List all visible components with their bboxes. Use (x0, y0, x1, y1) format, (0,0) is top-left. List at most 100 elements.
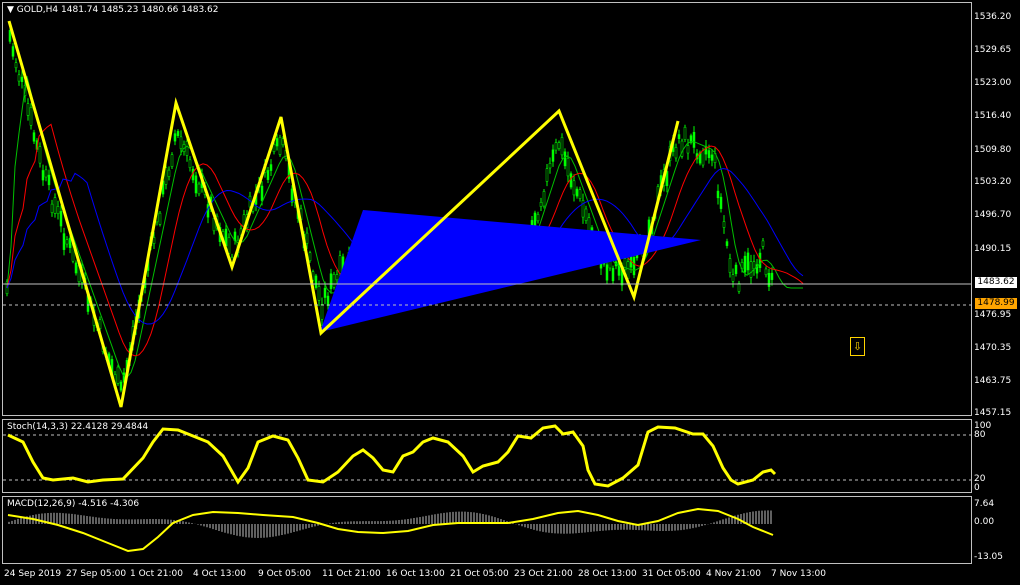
candle-body (320, 303, 324, 320)
candle-body (731, 274, 735, 282)
stoch-tick: 80 (974, 430, 986, 440)
price-chart[interactable] (3, 3, 971, 415)
candle-body (737, 283, 741, 292)
candle-body (686, 145, 690, 154)
price-tick: 1476.95 (974, 310, 1012, 320)
time-label: 21 Oct 05:00 (450, 569, 509, 579)
candle-body (770, 272, 774, 280)
candle-body (560, 137, 564, 156)
candle-body (41, 170, 45, 181)
candle-body (569, 173, 573, 188)
candle-body (197, 183, 201, 195)
candle-body (701, 150, 705, 166)
price-tick: 1496.70 (974, 210, 1012, 220)
candle-body (74, 262, 78, 274)
candle-body (272, 144, 276, 152)
candle-body (32, 132, 36, 142)
macd-tick: 7.64 (974, 499, 995, 509)
candle-body (710, 154, 714, 161)
time-label: 16 Oct 13:00 (386, 569, 445, 579)
candle-body (749, 261, 753, 278)
candle-body (167, 169, 171, 177)
macd-signal-line (7, 507, 774, 553)
candle-body (536, 214, 540, 222)
candle-body (269, 164, 273, 171)
time-label: 11 Oct 21:00 (322, 569, 381, 579)
candle-body (692, 131, 696, 148)
price-tick: 1529.65 (974, 45, 1012, 55)
candle-body (767, 272, 771, 287)
down-arrow-icon[interactable]: ⇩ (850, 337, 865, 356)
candle-body (38, 146, 42, 164)
time-label: 23 Oct 21:00 (514, 569, 573, 579)
candle-body (722, 221, 726, 228)
triangle-pattern[interactable] (320, 210, 701, 332)
candle-body (68, 237, 72, 248)
candle-body (725, 241, 729, 246)
candle-body (314, 275, 318, 288)
price-tick: 1503.20 (974, 177, 1012, 187)
candle-body (743, 255, 747, 273)
macd-tick: -13.05 (974, 552, 1004, 562)
time-label: 24 Sep 2019 (4, 569, 62, 579)
candle-body (707, 150, 711, 159)
candle-body (317, 286, 321, 301)
candle-body (557, 142, 561, 149)
price-tick: 1536.20 (974, 12, 1012, 22)
candle-body (329, 273, 333, 290)
candle-body (14, 62, 18, 69)
candle-body (194, 175, 198, 194)
macd-histogram (8, 510, 772, 538)
marker-price-tag: 1478.99 (975, 298, 1017, 309)
candle-body (65, 239, 69, 245)
macd-tick: 0.00 (974, 517, 995, 527)
candle-body (44, 169, 48, 178)
current-price-tag: 1483.62 (975, 277, 1017, 288)
candle-body (728, 258, 732, 273)
price-tick: 1470.35 (974, 343, 1012, 353)
candle-body (173, 133, 177, 142)
triangle-down-icon[interactable]: ▼ (7, 5, 14, 15)
candle-body (152, 237, 156, 244)
candle-body (158, 212, 162, 225)
candle-body (338, 255, 342, 274)
candle-body (290, 188, 294, 203)
price-tick: 1457.15 (974, 408, 1012, 418)
candle-body (746, 252, 750, 271)
price-tick: 1463.75 (974, 376, 1012, 386)
time-label: 4 Oct 13:00 (193, 569, 246, 579)
candle-body (17, 74, 21, 82)
candle-body (545, 168, 549, 182)
candle-body (542, 191, 546, 207)
time-label: 31 Oct 05:00 (642, 569, 701, 579)
candle-body (605, 264, 609, 281)
candle-body (326, 295, 330, 307)
candle-body (734, 264, 738, 275)
chart-title: ▼ GOLD,H4 1481.74 1485.23 1480.66 1483.6… (7, 5, 218, 15)
candle-body (548, 163, 552, 169)
candle-body (719, 196, 723, 209)
candle-body (626, 261, 630, 279)
candle-body (59, 211, 63, 227)
candle-body (632, 257, 636, 276)
candle-body (179, 136, 183, 149)
ohlc-values: 1481.74 1485.23 1480.66 1483.62 (61, 5, 219, 15)
candle-body (332, 274, 336, 288)
candle-body (53, 197, 57, 214)
candle-body (674, 147, 678, 159)
candle-body (683, 126, 687, 140)
candle-body (56, 206, 60, 215)
price-tick: 1509.80 (974, 145, 1012, 155)
candle-body (185, 141, 189, 156)
stochastic-pane[interactable]: Stoch(14,3,3) 22.4128 29.4844 (2, 419, 972, 493)
main-chart-pane[interactable]: ▼ GOLD,H4 1481.74 1485.23 1480.66 1483.6… (2, 2, 972, 416)
candle-body (323, 287, 327, 298)
candle-body (587, 217, 591, 232)
candle-body (584, 208, 588, 221)
macd-pane[interactable]: MACD(12,26,9) -4.516 -4.306 (2, 496, 972, 564)
candle-body (275, 138, 279, 147)
zigzag-line[interactable] (7, 20, 680, 408)
candle-body (29, 107, 33, 126)
time-label: 27 Sep 05:00 (66, 569, 127, 579)
time-label: 7 Nov 13:00 (771, 569, 826, 579)
